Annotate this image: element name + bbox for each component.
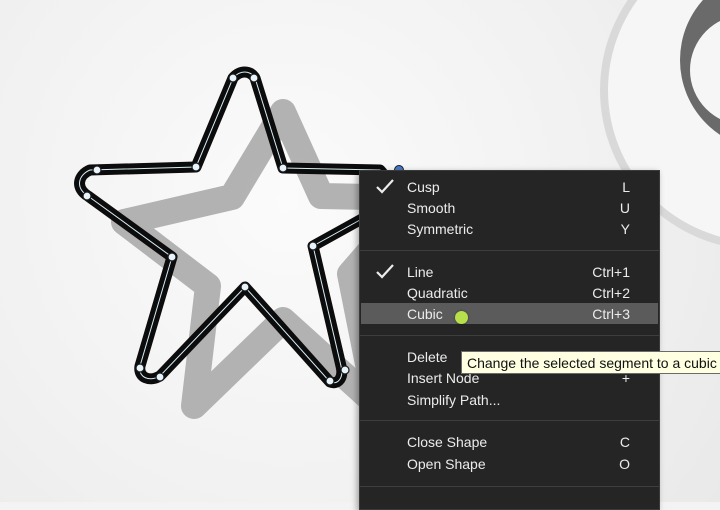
menu-item-simplify-path[interactable]: Simplify Path... [361,389,658,410]
path-node[interactable] [155,372,165,382]
menu-item-label: Line [407,263,434,280]
menu-item-label: Symmetric [407,220,474,237]
path-node[interactable] [92,165,102,175]
path-node[interactable] [340,365,350,375]
menu-item-close-shape[interactable]: Close Shape C [361,431,658,452]
star-path[interactable] [74,66,393,389]
menu-item-label: Cusp [407,178,440,195]
menu-item-shortcut: Ctrl+3 [592,305,630,322]
menu-item-shortcut: Ctrl+1 [592,263,630,280]
path-node[interactable] [82,191,92,201]
menu-separator [360,250,659,251]
menu-item-label: Close Shape [407,433,488,450]
menu-item-shortcut: C [619,433,630,450]
path-node[interactable] [228,73,238,83]
menu-item-cusp[interactable]: Cusp L [361,176,658,197]
path-node[interactable] [278,163,288,173]
menu-item-shortcut: L [622,178,630,195]
menu-item-shortcut: Ctrl+2 [592,284,630,301]
menu-item-line[interactable]: Line Ctrl+1 [361,261,658,282]
path-node[interactable] [325,376,335,386]
menu-item-shortcut: Y [620,220,630,237]
mouse-cursor-indicator [455,311,468,324]
tooltip-text: Change the selected segment to a cubic s [467,355,720,371]
menu-item-shortcut: O [619,455,630,472]
node-context-menu: Cusp L Smooth U Symmetric Y Line Ctrl+1 … [359,170,660,510]
menu-item-label: Delete [407,348,448,365]
menu-item-label: Open Shape [407,455,486,472]
tooltip: Change the selected segment to a cubic s [461,351,720,374]
path-node[interactable] [249,73,259,83]
menu-item-quadratic[interactable]: Quadratic Ctrl+2 [361,282,658,303]
path-node[interactable] [167,252,177,262]
menu-separator [360,335,659,336]
menu-item-cubic[interactable]: Cubic Ctrl+3 [361,303,658,324]
checkmark-icon [376,264,394,279]
menu-item-smooth[interactable]: Smooth U [361,197,658,218]
menu-item-symmetric[interactable]: Symmetric Y [361,218,658,239]
menu-separator [360,486,659,487]
path-node[interactable] [135,363,145,373]
path-node[interactable] [308,241,318,251]
menu-item-open-shape[interactable]: Open Shape O [361,453,658,474]
menu-item-shortcut: U [619,199,630,216]
menu-item-label: Simplify Path... [407,391,501,408]
path-node[interactable] [191,162,201,172]
menu-separator [360,420,659,421]
menu-item-label: Cubic [407,305,443,322]
menu-item-label: Smooth [407,199,456,216]
checkmark-icon [376,179,394,194]
path-node[interactable] [240,282,250,292]
menu-item-label: Quadratic [407,284,468,301]
